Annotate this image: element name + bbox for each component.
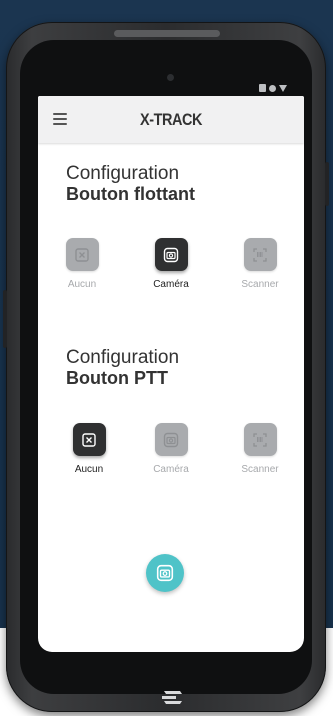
floating-option-camera[interactable]: Caméra — [141, 238, 201, 290]
side-button-left — [3, 290, 7, 348]
ptt-option-scanner-label: Scanner — [241, 464, 279, 475]
close-icon — [82, 432, 96, 447]
ptt-option-aucun-label: Aucun — [74, 464, 104, 475]
section-ptt-title: Configuration Bouton PTT — [66, 347, 179, 388]
section-floating-title: Configuration Bouton flottant — [66, 163, 195, 204]
floating-option-aucun[interactable]: Aucun — [52, 238, 112, 290]
floating-option-scanner-label: Scanner — [241, 279, 279, 290]
floating-option-aucun-label: Aucun — [67, 279, 97, 290]
floating-option-camera-tile[interactable] — [154, 238, 188, 271]
ptt-option-aucun[interactable]: Aucun — [59, 423, 119, 475]
floating-option-scanner[interactable]: Scanner — [230, 238, 290, 290]
signal-icon — [269, 84, 276, 92]
camera-icon — [156, 564, 174, 582]
section-floating-title-line1: Configuration — [66, 163, 180, 184]
camera-icon — [163, 247, 179, 262]
floating-camera-button[interactable] — [146, 554, 184, 592]
section-floating-title-line2: Bouton flottant — [66, 184, 195, 204]
crosscall-logo-icon — [162, 691, 182, 704]
earpiece-speaker — [114, 30, 220, 37]
floating-option-scanner-tile[interactable] — [243, 238, 277, 271]
barcode-scan-icon — [253, 432, 267, 447]
app-bar: X-TRACK — [38, 96, 304, 143]
app-title: X-TRACK — [139, 110, 203, 129]
ptt-option-aucun-tile[interactable] — [72, 423, 106, 456]
section-ptt-title-line2: Bouton PTT — [66, 368, 168, 388]
ptt-option-camera[interactable]: Caméra — [141, 423, 201, 475]
ptt-option-scanner[interactable]: Scanner — [230, 423, 290, 475]
ptt-option-camera-tile[interactable] — [154, 423, 188, 456]
close-icon — [75, 247, 89, 262]
floating-option-aucun-tile[interactable] — [65, 238, 99, 271]
status-bar-icons — [259, 84, 287, 92]
floating-option-camera-label: Caméra — [153, 279, 189, 290]
wifi-icon — [279, 84, 287, 92]
camera-icon — [163, 432, 179, 447]
front-camera — [167, 74, 174, 81]
ptt-option-camera-label: Caméra — [153, 464, 189, 475]
section-ptt-title-line1: Configuration — [66, 347, 180, 368]
app-screen: X-TRACK Configuration Bouton flottant Au… — [38, 96, 304, 652]
ptt-option-scanner-tile[interactable] — [243, 423, 277, 456]
battery-icon — [259, 84, 266, 92]
barcode-scan-icon — [253, 247, 267, 262]
side-button-right — [325, 162, 329, 206]
